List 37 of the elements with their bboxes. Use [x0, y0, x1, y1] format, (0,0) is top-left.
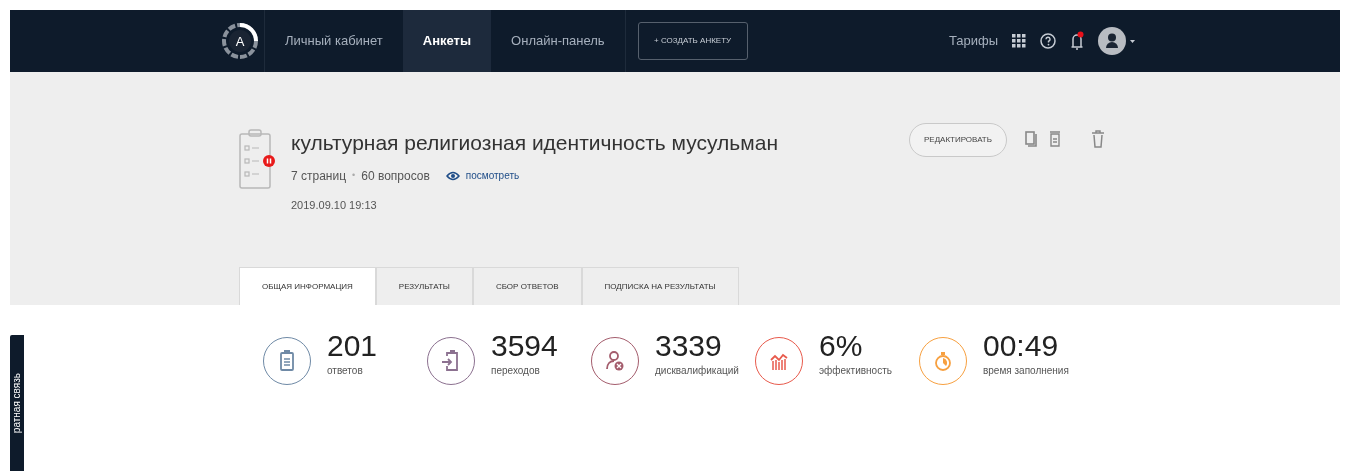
- separator-dot: •: [352, 168, 356, 182]
- stat-value: 6%: [819, 331, 864, 361]
- survey-clipboard-icon: [237, 127, 277, 189]
- trash-icon[interactable]: [1091, 130, 1105, 148]
- edit-button[interactable]: РЕДАКТИРОВАТЬ: [909, 123, 1007, 157]
- preview-link[interactable]: посмотреть: [465, 168, 520, 183]
- question-count: 60 вопросов: [361, 167, 430, 185]
- avatar-icon[interactable]: [1098, 27, 1126, 55]
- copy-icon[interactable]: [1025, 131, 1037, 147]
- stat-label: время заполнения: [983, 364, 1069, 378]
- nav-link[interactable]: Анкеты: [402, 10, 492, 72]
- page-count: 7 страниц: [291, 167, 347, 185]
- tab[interactable]: ПОДПИСКА НА РЕЗУЛЬТАТЫ: [581, 267, 739, 305]
- stat-label: переходов: [491, 364, 541, 378]
- tab[interactable]: ОБЩАЯ ИНФОРМАЦИЯ: [239, 267, 376, 305]
- create-survey-button[interactable]: + СОЗДАТЬ АНКЕТУ: [637, 22, 748, 60]
- bell-icon[interactable]: [1070, 31, 1084, 51]
- stat-value: 00:49: [983, 331, 1060, 361]
- apps-grid-icon[interactable]: [1012, 34, 1026, 48]
- stat-label: эффективность: [819, 364, 892, 378]
- nav-link[interactable]: Личный кабинет: [265, 10, 403, 72]
- tab[interactable]: РЕЗУЛЬТАТЫ: [375, 267, 473, 305]
- survey-date: 2019.09.10 19:13: [291, 197, 378, 213]
- nav-link[interactable]: Онлайн-панель: [491, 10, 625, 72]
- eye-icon[interactable]: [445, 170, 460, 181]
- tab[interactable]: СБОР ОТВЕТОВ: [472, 267, 582, 305]
- tariffs-link[interactable]: Тарифы: [948, 31, 998, 51]
- caret-icon[interactable]: [1130, 39, 1135, 43]
- stat-value: 3339: [655, 331, 723, 361]
- logo-icon[interactable]: A: [221, 23, 258, 59]
- stat-value: 3594: [491, 331, 558, 361]
- stat-label: дисквалификаций: [655, 364, 739, 378]
- help-icon[interactable]: [1040, 33, 1056, 49]
- feedback-tab[interactable]: ратная связь: [10, 335, 24, 471]
- survey-title: культурная религиозная идентичность мусульман: [291, 130, 778, 156]
- stat-label: ответов: [327, 364, 364, 378]
- stat-value: 201: [327, 331, 378, 361]
